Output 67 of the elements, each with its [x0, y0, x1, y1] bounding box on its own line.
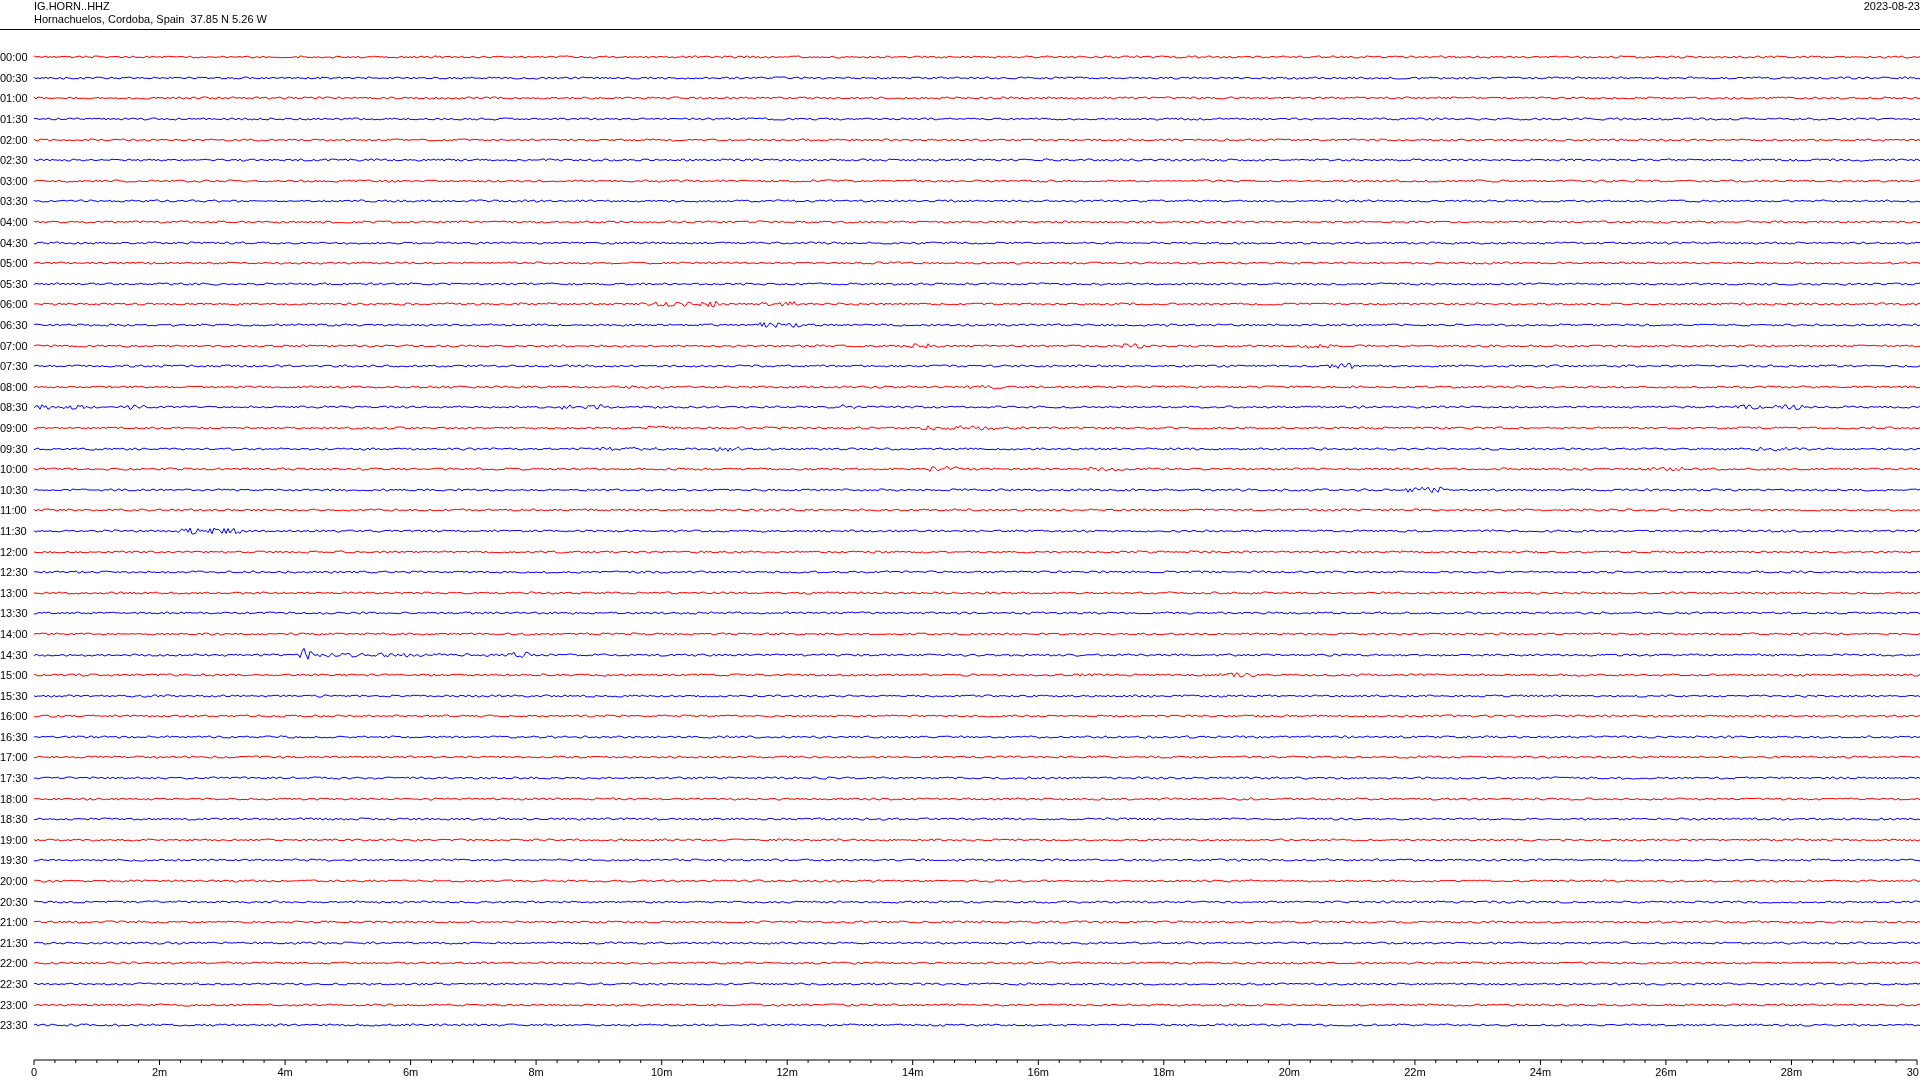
time-label: 00:30 — [0, 71, 29, 84]
axis-tick-label: 16m — [1027, 1065, 1049, 1078]
axis-tick-label: 6m — [402, 1065, 419, 1078]
axis-tick-label: 4m — [277, 1065, 293, 1078]
time-label: 06:30 — [0, 319, 29, 331]
time-label: 10:00 — [0, 463, 29, 476]
time-label: 21:30 — [0, 936, 29, 949]
time-label: 08:00 — [0, 380, 29, 393]
time-label: 09:30 — [0, 442, 29, 455]
time-label: 02:30 — [0, 154, 29, 167]
time-label: 12:00 — [0, 545, 29, 558]
time-label: 10:30 — [0, 483, 29, 496]
time-label: 01:30 — [0, 113, 29, 126]
time-label: 15:30 — [0, 689, 29, 702]
axis-tick-label: 28m — [1780, 1065, 1803, 1078]
time-label: 11:30 — [0, 524, 28, 537]
time-label: 17:30 — [0, 772, 29, 785]
time-label: 23:00 — [0, 998, 29, 1011]
record-date: 2023-08-23 — [1863, 0, 1920, 13]
time-label: 07:00 — [0, 339, 29, 352]
time-label: 17:00 — [0, 751, 29, 764]
axis-tick-label: 2m — [151, 1065, 168, 1078]
axis-tick-label: 30 — [1906, 1065, 1919, 1078]
time-label: 22:00 — [0, 957, 29, 970]
time-label: 13:00 — [0, 586, 29, 599]
time-label: 22:30 — [0, 978, 29, 990]
time-label: 12:30 — [0, 566, 29, 579]
time-label: 04:30 — [0, 236, 29, 249]
time-label: 00:00 — [0, 51, 29, 64]
time-label: 08:30 — [0, 401, 29, 414]
time-label: 06:00 — [0, 298, 29, 311]
axis-tick-label: 0 — [30, 1065, 38, 1078]
time-label: 18:00 — [0, 792, 29, 805]
time-label: 19:30 — [0, 854, 29, 867]
time-label: 02:00 — [0, 133, 29, 146]
axis-tick-label: 24m — [1529, 1065, 1552, 1078]
time-label: 05:00 — [0, 257, 29, 270]
time-label: 01:00 — [0, 92, 29, 105]
time-label: 09:00 — [0, 422, 29, 434]
time-label: 03:30 — [0, 195, 29, 208]
axis-tick-label: 8m — [528, 1065, 544, 1078]
time-label: 11:00 — [0, 504, 28, 517]
time-label: 05:30 — [0, 277, 29, 290]
time-label: 18:30 — [0, 813, 29, 826]
time-label: 20:30 — [0, 895, 29, 908]
time-label: 07:30 — [0, 360, 29, 373]
time-label: 21:00 — [0, 916, 29, 929]
axis-tick-label: 12m — [776, 1065, 798, 1078]
axis-tick-label: 18m — [1153, 1065, 1175, 1078]
station-location: Hornachuelos, Cordoba, Spain 37.85 N 5.26 W — [34, 13, 267, 26]
time-label: 15:00 — [0, 669, 29, 682]
axis-tick-label: 22m — [1404, 1065, 1426, 1078]
station-code: IG.HORN..HHZ — [34, 0, 111, 13]
time-label: 16:00 — [0, 710, 29, 723]
time-label: 14:00 — [0, 627, 29, 640]
axis-tick-label: 26m — [1655, 1065, 1677, 1078]
time-label: 03:00 — [0, 174, 29, 187]
time-label: 23:30 — [0, 1019, 29, 1032]
time-label: 19:00 — [0, 833, 29, 846]
time-label: 14:30 — [0, 648, 29, 661]
axis-tick-label: 14m — [902, 1065, 924, 1078]
axis-tick-label: 10m — [650, 1065, 673, 1078]
time-label: 13:30 — [0, 607, 29, 620]
time-label: 04:00 — [0, 216, 29, 229]
time-label: 16:30 — [0, 730, 29, 743]
axis-tick-label: 20m — [1278, 1065, 1301, 1078]
time-label: 20:00 — [0, 875, 29, 888]
